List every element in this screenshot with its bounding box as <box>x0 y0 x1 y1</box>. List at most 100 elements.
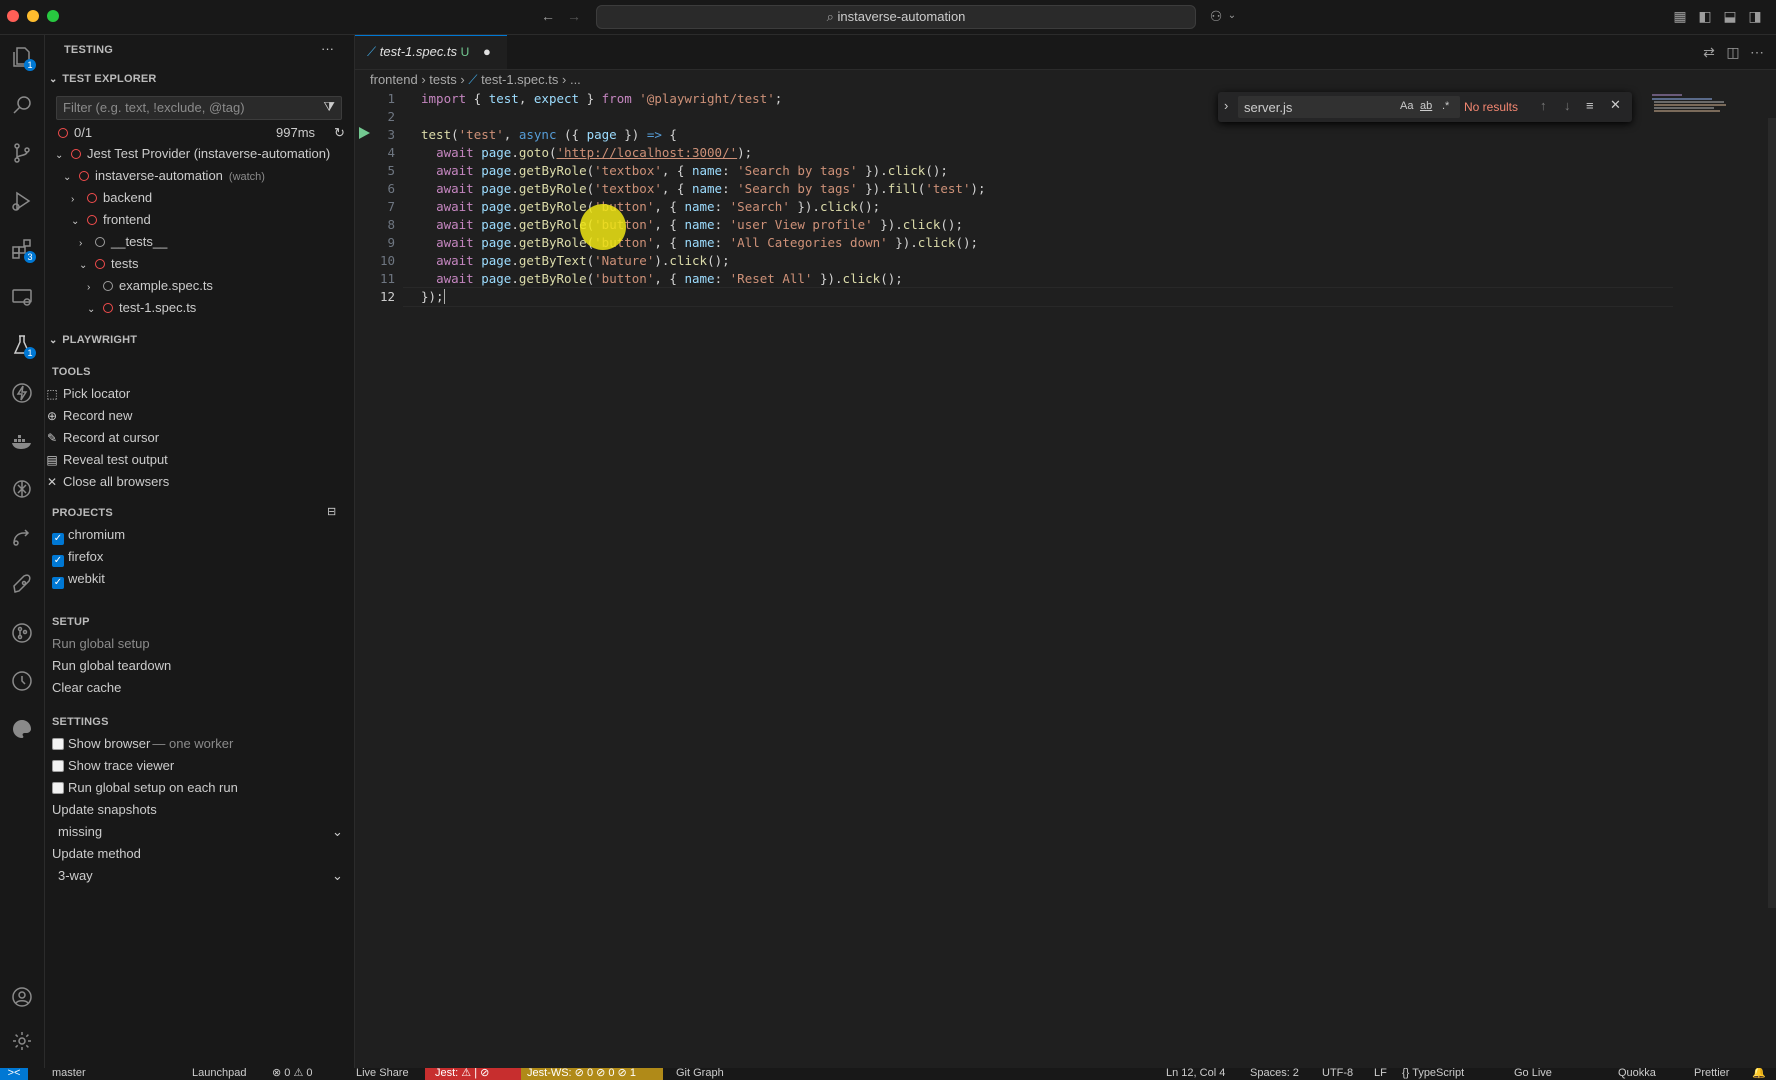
remote-indicator[interactable]: >< <box>0 1068 28 1080</box>
tab-test-1-spec[interactable]: ⟋ test-1.spec.ts U ● <box>355 35 507 69</box>
activity-openai[interactable] <box>6 473 38 505</box>
language-mode[interactable]: {} TypeScript <box>1402 1068 1464 1080</box>
test-tree-item[interactable]: › __tests__ <box>79 231 173 253</box>
sidebar-more-actions-icon[interactable]: ··· <box>321 38 334 60</box>
test-tree-item[interactable]: › example.spec.ts <box>87 275 219 297</box>
collapse-all-icon[interactable]: ⊟ <box>327 501 336 523</box>
activity-run-debug[interactable] <box>6 185 38 217</box>
copilot-icon[interactable]: ⚇ <box>1208 8 1224 24</box>
breadcrumb-tests[interactable]: tests <box>429 72 456 87</box>
setting-checkbox-row[interactable]: Run global setup on each run <box>52 777 240 799</box>
checkbox[interactable] <box>52 782 64 794</box>
setting-checkbox-row[interactable]: Show trace viewer <box>52 755 176 777</box>
activity-docker[interactable] <box>6 425 38 457</box>
nav-back-icon[interactable]: ← <box>540 8 556 24</box>
playwright-tool-item[interactable]: ✎ Record at cursor <box>45 427 159 449</box>
activity-timeline[interactable] <box>6 665 38 697</box>
match-case-toggle[interactable]: Aa <box>1400 100 1413 112</box>
close-find-icon[interactable]: ✕ <box>1610 97 1621 113</box>
next-match-icon[interactable]: ↓ <box>1564 98 1571 113</box>
quokka-label[interactable]: Quokka <box>1618 1068 1656 1080</box>
update-method-select[interactable]: 3-way ⌄ <box>52 865 348 887</box>
toggle-replace-icon[interactable]: › <box>1224 98 1228 113</box>
breadcrumb-symbol[interactable]: ... <box>570 72 581 87</box>
whole-word-toggle[interactable]: ab <box>1420 100 1432 112</box>
checkbox[interactable] <box>52 555 64 567</box>
breadcrumb-file[interactable]: test-1.spec.ts <box>481 72 558 87</box>
test-tree-item[interactable]: ⌄ Jest Test Provider (instaverse-automati… <box>55 143 336 165</box>
filter-icon[interactable]: ⧩ <box>323 99 335 115</box>
unsaved-dot-icon[interactable]: ● <box>483 44 491 59</box>
activity-account[interactable] <box>6 981 38 1013</box>
jest-status[interactable]: Jest: ⚠ | ⊘ <box>425 1068 521 1080</box>
encoding[interactable]: UTF-8 <box>1322 1068 1353 1080</box>
checkbox[interactable] <box>52 533 64 545</box>
prettier-label[interactable]: Prettier <box>1694 1068 1729 1080</box>
playwright-tool-item[interactable]: ▤ Reveal test output <box>45 449 167 471</box>
run-test-gutter-icon[interactable] <box>359 127 370 139</box>
activity-search[interactable] <box>6 89 38 121</box>
problems-label[interactable]: ⊗ 0 ⚠ 0 <box>272 1068 312 1080</box>
project-checkbox-row[interactable]: chromium <box>52 524 125 546</box>
project-checkbox-row[interactable]: webkit <box>52 568 105 590</box>
test-tree-item[interactable]: ⌄ test-1.spec.ts <box>87 297 202 319</box>
activity-explorer[interactable]: 1 <box>6 41 38 73</box>
go-live-label[interactable]: Go Live <box>1514 1068 1552 1080</box>
activity-source-control[interactable] <box>6 137 38 169</box>
test-tree-item[interactable]: ⌄ instaverse-automation (watch) <box>63 165 265 187</box>
customize-layout-icon[interactable]: ▦ <box>1672 8 1688 24</box>
checkbox[interactable] <box>52 760 64 772</box>
activity-git-graph[interactable] <box>6 617 38 649</box>
test-tree-item[interactable]: › backend <box>71 187 158 209</box>
breadcrumb-frontend[interactable]: frontend <box>370 72 418 87</box>
project-checkbox-row[interactable]: firefox <box>52 546 103 568</box>
launchpad-label[interactable]: Launchpad <box>192 1068 246 1080</box>
notifications-icon[interactable]: 🔔 <box>1752 1068 1766 1080</box>
editor-scrollbar[interactable] <box>1768 118 1776 908</box>
playwright-tool-item[interactable]: ⊕ Record new <box>45 405 132 427</box>
code-editor[interactable]: 1 2 3 4 5 6 7 8 9 10 11 12 import { test, expect } … <box>355 90 1776 1068</box>
nav-forward-icon[interactable]: → <box>566 8 582 24</box>
activity-extensions[interactable]: 3 <box>6 233 38 265</box>
test-filter-input[interactable]: Filter (e.g. text, !exclude, @tag) ⧩ <box>56 96 342 120</box>
minimap[interactable] <box>1650 92 1730 114</box>
find-in-selection-icon[interactable]: ≡ <box>1586 98 1594 113</box>
test-tree-item[interactable]: ⌄ tests <box>79 253 144 275</box>
activity-lightning[interactable] <box>6 377 38 409</box>
setup-action[interactable]: Clear cache <box>52 677 121 699</box>
git-graph-label[interactable]: Git Graph <box>676 1068 724 1080</box>
activity-manage[interactable] <box>6 1025 38 1057</box>
toggle-primary-sidebar-icon[interactable]: ◧ <box>1697 8 1713 24</box>
toggle-secondary-sidebar-icon[interactable]: ◨ <box>1747 8 1763 24</box>
end-of-line[interactable]: LF <box>1374 1068 1387 1080</box>
setting-checkbox-row[interactable]: Show browser — one worker <box>52 733 233 755</box>
test-tree-item[interactable]: ⌄ frontend <box>71 209 157 231</box>
setup-action[interactable]: Run global teardown <box>52 655 171 677</box>
indentation[interactable]: Spaces: 2 <box>1250 1068 1299 1080</box>
playwright-tool-item[interactable]: ✕ Close all browsers <box>45 471 169 493</box>
branch-label[interactable]: master <box>52 1068 86 1080</box>
checkbox[interactable] <box>52 577 64 589</box>
regex-toggle[interactable]: .* <box>1442 100 1449 112</box>
activity-testing[interactable]: 1 <box>6 329 38 361</box>
split-editor-icon[interactable]: ◫ <box>1725 44 1741 60</box>
activity-palette[interactable] <box>6 713 38 745</box>
chevron-down-icon[interactable]: ⌄ <box>1224 8 1240 24</box>
find-input[interactable]: server.js Aa ab .* <box>1238 96 1460 118</box>
window-close-button[interactable] <box>7 10 19 22</box>
cursor-position[interactable]: Ln 12, Col 4 <box>1166 1068 1225 1080</box>
previous-match-icon[interactable]: ↑ <box>1540 98 1547 113</box>
playwright-section-header[interactable]: ⌄ PLAYWRIGHT <box>49 329 137 351</box>
more-actions-icon[interactable]: ⋯ <box>1749 44 1765 60</box>
activity-live-share[interactable] <box>6 521 38 553</box>
activity-remote-explorer[interactable] <box>6 281 38 313</box>
command-center-search[interactable]: ⌕ instaverse-automation <box>596 5 1196 29</box>
window-minimize-button[interactable] <box>27 10 39 22</box>
activity-rocket[interactable] <box>6 569 38 601</box>
live-share-label[interactable]: Live Share <box>356 1068 409 1080</box>
window-maximize-button[interactable] <box>47 10 59 22</box>
test-explorer-section-header[interactable]: ⌄ TEST EXPLORER <box>49 68 157 90</box>
checkbox[interactable] <box>52 738 64 750</box>
toggle-panel-icon[interactable]: ⬓ <box>1722 8 1738 24</box>
playwright-tool-item[interactable]: ⬚ Pick locator <box>45 383 130 405</box>
